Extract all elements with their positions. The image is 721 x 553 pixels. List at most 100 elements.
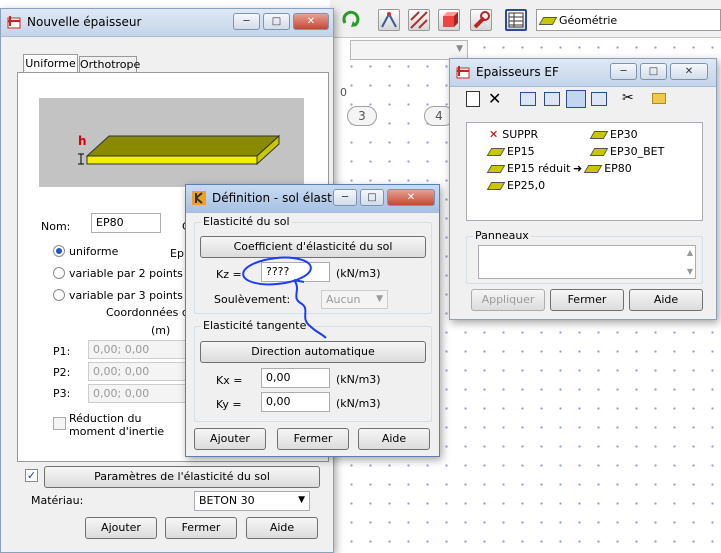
materiau-value: BETON 30 — [199, 494, 255, 507]
list-item-ep80[interactable]: ➜ EP80 — [573, 162, 632, 175]
slab-icon — [583, 165, 603, 173]
delete-icon: ✕ — [489, 128, 499, 141]
aide-button[interactable]: Aide — [358, 428, 430, 450]
close-button[interactable]: ✕ — [293, 13, 329, 30]
tab-uniforme[interactable]: Uniforme — [23, 54, 78, 73]
new-document-icon[interactable] — [466, 91, 480, 107]
refresh-icon[interactable] — [341, 9, 361, 31]
maximize-button[interactable]: □ — [360, 189, 384, 206]
thickness-list[interactable]: ✕ SUPPR EP15 EP15 réduit EP25,0 EP30 EP30… — [466, 122, 703, 221]
soulevement-select[interactable]: Aucun ▼ — [321, 290, 388, 309]
radio-uniforme-label: uniforme — [69, 245, 119, 258]
app-icon — [7, 16, 21, 29]
ajouter-button[interactable]: Ajouter — [85, 517, 157, 539]
list-item-ep25[interactable]: EP25,0 — [486, 179, 545, 192]
list-item-ep15[interactable]: EP15 — [486, 145, 535, 158]
tab-orthotrope[interactable]: Orthotrope — [79, 56, 140, 73]
scroll-up-icon[interactable]: ▲ — [687, 248, 693, 257]
minimize-button[interactable]: ─ — [610, 63, 637, 80]
list-item-ep30-bet[interactable]: EP30_BET — [589, 145, 665, 158]
maximize-button[interactable]: □ — [640, 63, 667, 80]
list-item-label: EP80 — [604, 162, 632, 175]
axis-bubble-3[interactable]: 3 — [347, 106, 377, 126]
list-item-ep15-reduit[interactable]: EP15 réduit — [486, 162, 570, 175]
scissors-icon[interactable]: ✂ — [622, 90, 634, 106]
slab-icon — [486, 182, 506, 190]
h-label: h — [78, 134, 87, 148]
p3-field[interactable]: 0,00; 0,00 — [88, 384, 188, 403]
aide-button[interactable]: Aide — [629, 289, 703, 311]
nom-field[interactable]: EP80 — [91, 213, 161, 233]
maximize-button[interactable]: □ — [263, 13, 290, 30]
materiau-label: Matériau: — [31, 494, 84, 507]
ky-field[interactable]: 0,00 — [261, 392, 330, 412]
close-button[interactable]: ✕ — [387, 189, 435, 206]
p1-label: P1: — [53, 345, 71, 358]
3d-view-icon[interactable] — [438, 9, 460, 31]
list-item-label: EP30_BET — [610, 145, 665, 158]
ajouter-button[interactable]: Ajouter — [194, 428, 266, 450]
panneaux-field[interactable]: ▲ ▼ — [478, 245, 696, 279]
kx-label: Kx = — [216, 374, 243, 387]
p2-field[interactable]: 0,00; 0,00 — [88, 362, 188, 381]
window-title: Définition - sol élasti... — [212, 191, 347, 205]
ky-unit: (kN/m3) — [336, 397, 381, 410]
title-bar: Nouvelle épaisseur ─ □ ✕ — [1, 9, 333, 37]
open-folder-icon[interactable] — [652, 93, 666, 104]
dimension-tool-icon[interactable] — [378, 9, 400, 31]
small-icons-view-icon[interactable] — [544, 92, 560, 106]
definition-sol-elastique-window: Définition - sol élasti... ─ □ ✕ Elastic… — [185, 184, 440, 457]
kx-field[interactable]: 0,00 — [261, 368, 330, 388]
fermer-button[interactable]: Fermer — [550, 289, 624, 311]
kz-unit: (kN/m3) — [336, 267, 381, 280]
elasticite-sol-label: Elasticité du sol — [201, 215, 292, 228]
radio-variable-2[interactable] — [53, 267, 65, 279]
params-checkbox[interactable]: ✓ — [25, 469, 38, 482]
list-item-suppr[interactable]: ✕ SUPPR — [489, 128, 538, 141]
chevron-down-icon: ▼ — [298, 495, 305, 505]
panneaux-label: Panneaux — [473, 229, 531, 242]
delete-icon[interactable]: ✕ — [488, 89, 501, 108]
params-elasticite-button[interactable]: Paramètres de l'élasticité du sol — [44, 466, 320, 488]
list-item-ep30[interactable]: EP30 — [589, 128, 638, 141]
wrench-icon[interactable] — [470, 9, 492, 31]
direction-automatique-button[interactable]: Direction automatique — [200, 341, 426, 363]
hatch-tool-icon[interactable] — [408, 9, 430, 31]
window-title: Epaisseurs EF — [476, 65, 559, 79]
app-icon — [192, 191, 206, 205]
fermer-button[interactable]: Fermer — [277, 428, 349, 450]
ep-label: Ep — [170, 247, 184, 260]
epaisseurs-ef-window: Epaisseurs EF ─ □ ✕ ✕ ✂ ✕ SUPPR EP15 EP15… — [449, 58, 717, 320]
fermer-button[interactable]: Fermer — [165, 517, 237, 539]
list-item-label: EP15 — [507, 145, 535, 158]
p2-label: P2: — [53, 366, 71, 379]
table-view-icon[interactable] — [505, 9, 527, 31]
geometry-layout-select[interactable]: Géométrie — [536, 9, 721, 31]
ky-label: Ky = — [216, 398, 242, 411]
radio-variable-3[interactable] — [53, 289, 65, 301]
reduction-label: Réduction du moment d'inertie — [69, 412, 165, 438]
coefficient-elasticite-button[interactable]: Coefficient d'élasticité du sol — [200, 236, 426, 258]
slab-icon — [486, 165, 506, 173]
minimize-button[interactable]: ─ — [233, 13, 260, 30]
aide-button[interactable]: Aide — [246, 517, 318, 539]
nom-label: Nom: — [41, 220, 71, 233]
list-view-icon[interactable] — [566, 90, 586, 108]
minimize-button[interactable]: ─ — [333, 189, 357, 206]
scroll-down-icon[interactable]: ▼ — [687, 267, 693, 276]
radio-uniforme[interactable] — [53, 245, 65, 257]
kz-field[interactable]: ???? — [261, 262, 330, 282]
radio-variable-2-label: variable par 2 points — [69, 267, 183, 280]
reduction-checkbox[interactable] — [53, 417, 66, 430]
close-button[interactable]: ✕ — [670, 63, 708, 80]
secondary-select[interactable]: ▼ — [350, 40, 468, 60]
details-view-icon[interactable] — [591, 92, 607, 106]
list-item-label: EP30 — [610, 128, 638, 141]
appliquer-button[interactable]: Appliquer — [471, 289, 545, 311]
slab-icon — [589, 131, 609, 139]
p1-field[interactable]: 0,00; 0,00 — [88, 340, 188, 359]
materiau-select[interactable]: BETON 30 ▼ — [194, 491, 310, 511]
chevron-down-icon: ▼ — [376, 294, 383, 304]
unit-m-label: (m) — [151, 324, 171, 337]
large-icons-view-icon[interactable] — [520, 92, 536, 106]
